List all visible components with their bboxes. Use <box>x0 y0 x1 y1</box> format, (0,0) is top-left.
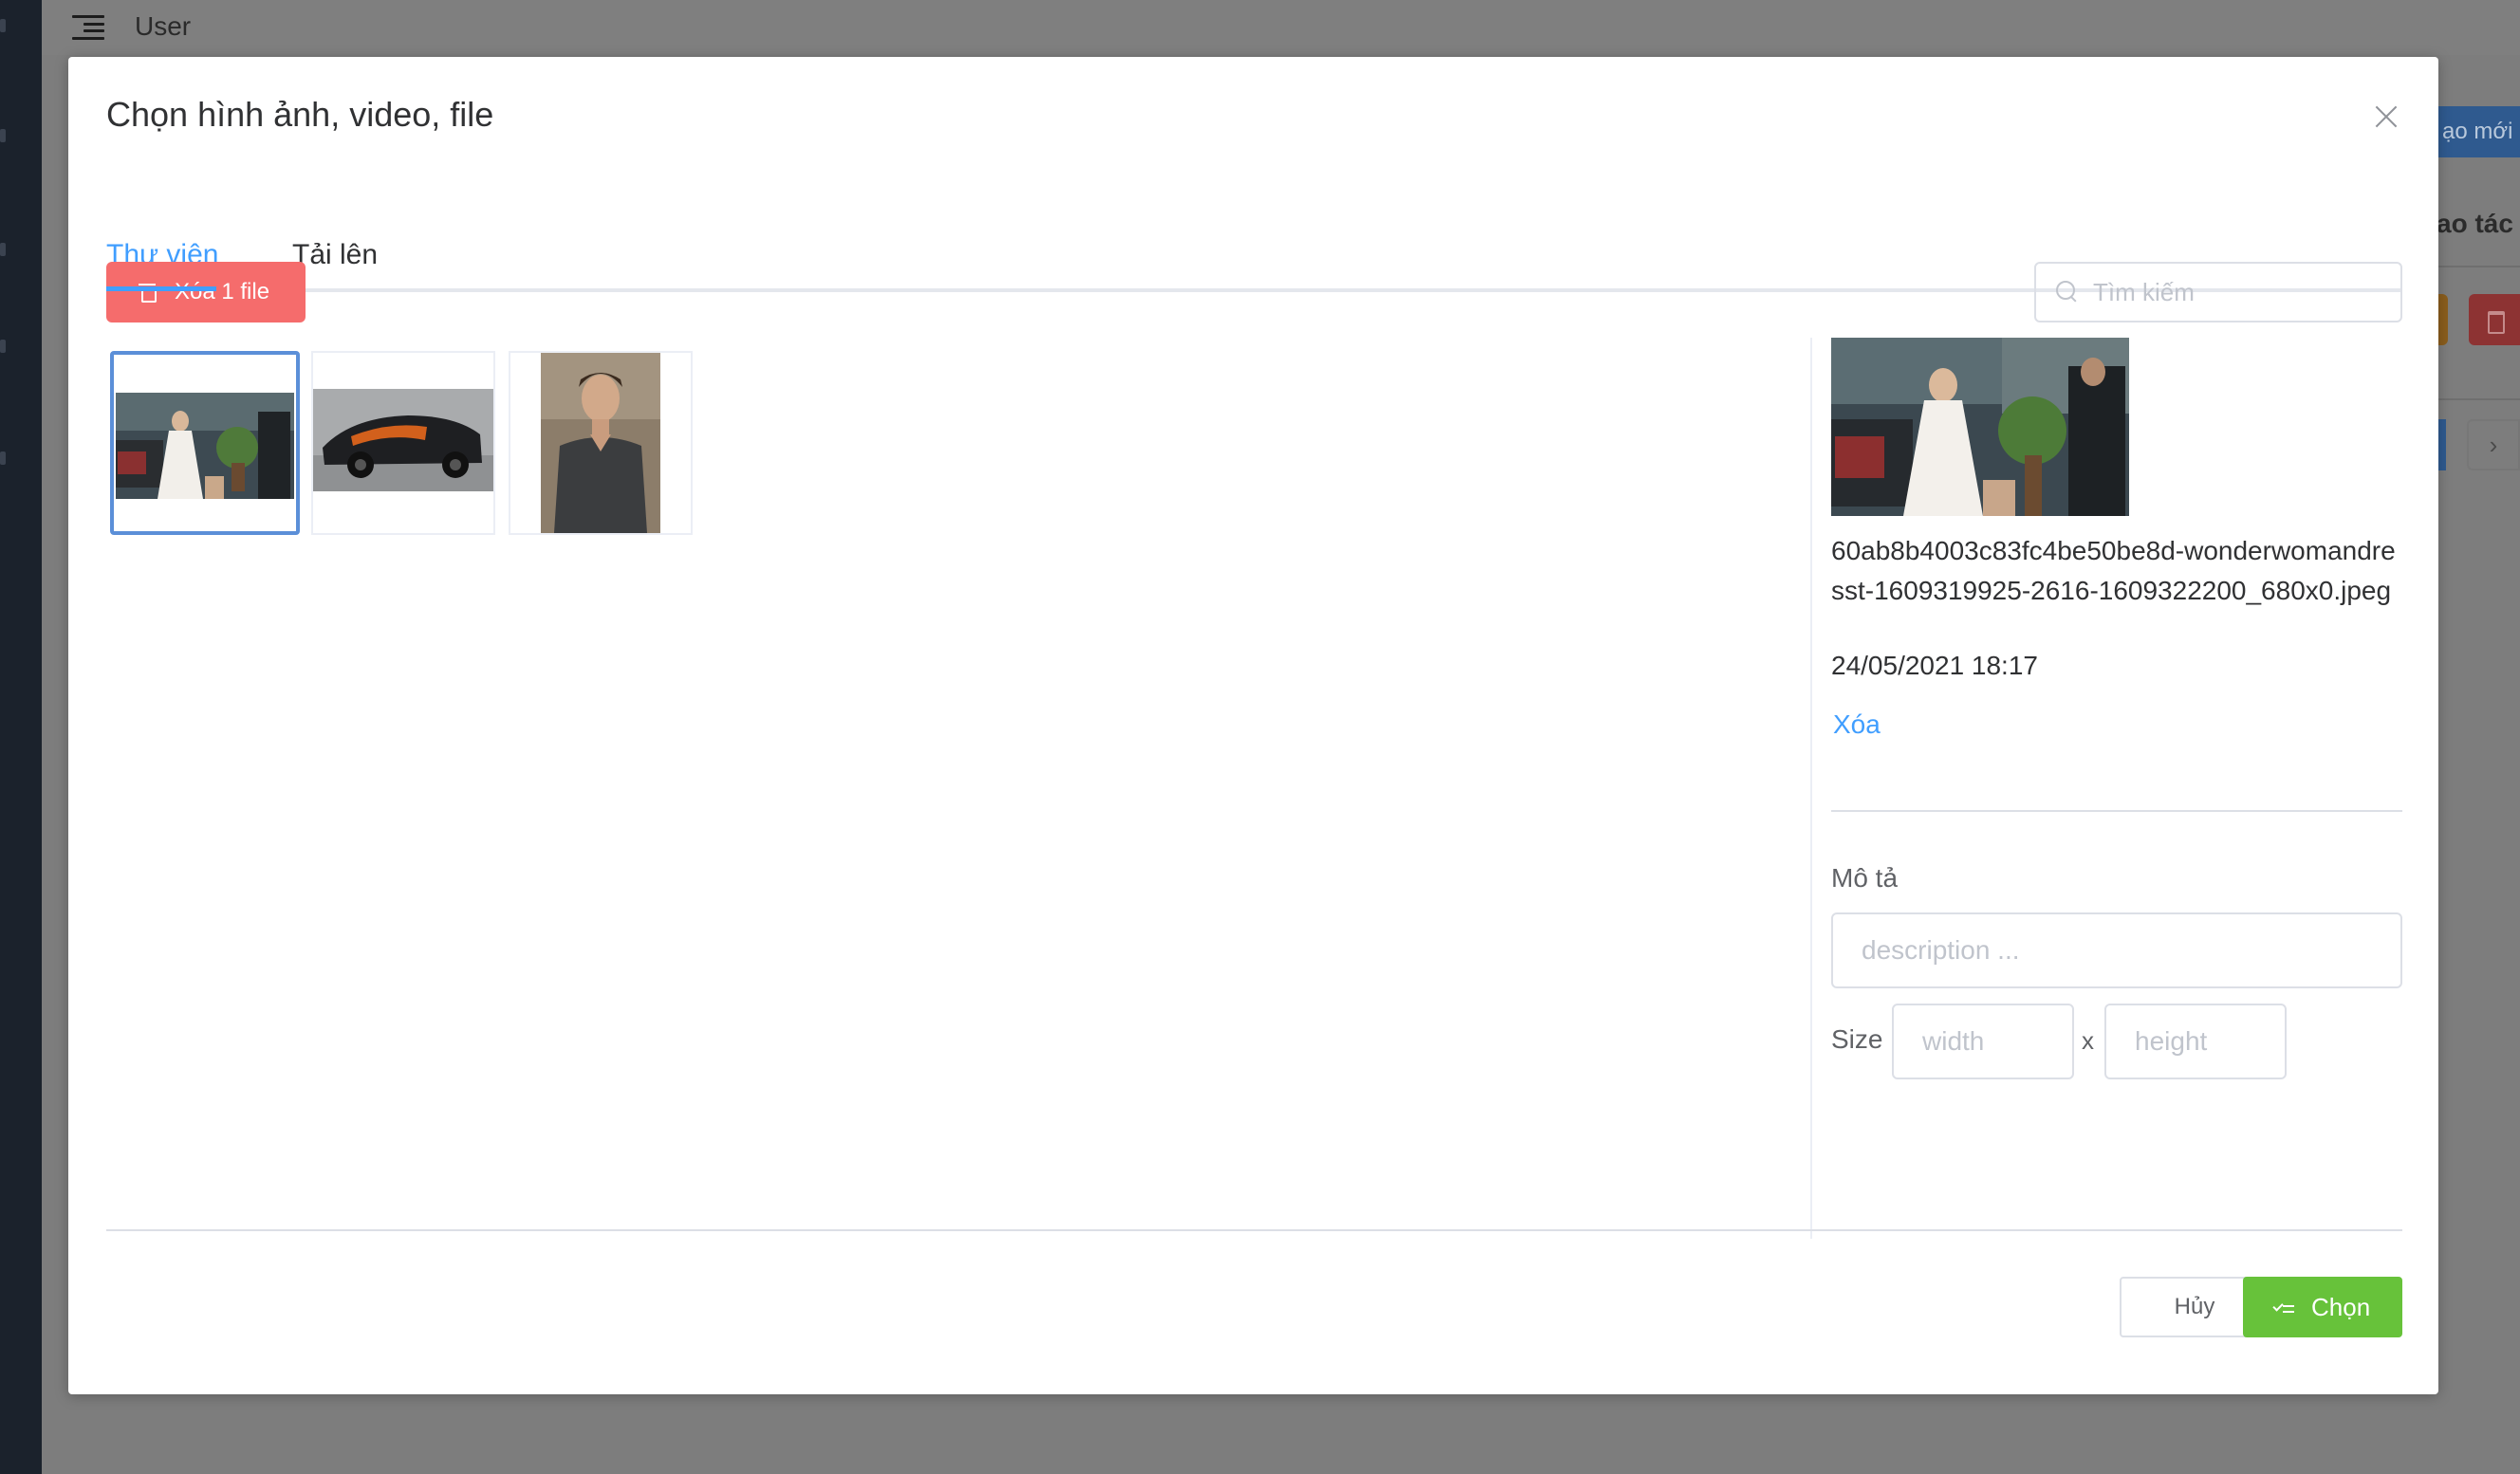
check-list-icon <box>2273 1298 2294 1317</box>
page-title: User <box>135 11 192 41</box>
search-input[interactable] <box>2093 277 2378 307</box>
choose-button-label: Chọn <box>2311 1292 2371 1321</box>
delete-file-label: Xóa 1 file <box>175 279 270 304</box>
delete-link[interactable]: Xóa <box>1833 709 1881 740</box>
description-input[interactable] <box>1831 912 2402 988</box>
height-input[interactable] <box>2104 1004 2287 1079</box>
sidebar-icon[interactable] <box>0 19 6 32</box>
thumbnail-image <box>541 353 660 533</box>
menu-toggle-icon[interactable] <box>72 15 104 40</box>
pagination-next-button[interactable]: › <box>2467 419 2520 470</box>
media-thumbnail[interactable] <box>311 351 495 535</box>
actions-column-header: ao tác <box>2437 209 2513 238</box>
panel-divider <box>1810 338 1812 1239</box>
selected-image-preview <box>1831 338 2129 516</box>
panel-separator <box>1831 810 2402 812</box>
trash-icon <box>139 282 157 303</box>
search-icon <box>2055 280 2080 304</box>
table-row-divider <box>2429 398 2520 400</box>
dialog-title: Chọn hình ảnh, video, file <box>106 95 494 134</box>
width-input[interactable] <box>1892 1004 2074 1079</box>
file-date: 24/05/2021 18:17 <box>1831 651 2038 680</box>
delete-file-button[interactable]: Xóa 1 file <box>106 262 306 322</box>
row-delete-button[interactable] <box>2469 294 2520 345</box>
size-label: Size <box>1831 1024 1883 1054</box>
table-row-divider <box>2429 266 2520 267</box>
sidebar-icon[interactable] <box>0 451 6 465</box>
media-picker-dialog: Chọn hình ảnh, video, file Thư viện Tải … <box>68 57 2438 1394</box>
choose-button[interactable]: Chọn <box>2243 1277 2402 1337</box>
size-separator: x <box>2082 1026 2094 1055</box>
sidebar-icon[interactable] <box>0 340 6 353</box>
top-bar <box>42 0 2520 55</box>
media-thumbnail[interactable] <box>110 351 300 535</box>
sidebar <box>0 0 42 1474</box>
search-box[interactable] <box>2034 262 2402 322</box>
thumbnail-image <box>116 393 294 499</box>
active-tab-indicator <box>106 286 216 291</box>
close-icon[interactable] <box>2372 102 2400 131</box>
thumbnail-image <box>313 389 493 491</box>
footer-separator <box>106 1229 2402 1231</box>
sidebar-icon[interactable] <box>0 129 6 142</box>
description-label: Mô tả <box>1831 863 1899 893</box>
file-name: 60ab8b4003c83fc4be50be8d-wonderwomandres… <box>1831 536 2396 605</box>
sidebar-icon[interactable] <box>0 243 6 256</box>
add-new-button[interactable]: ạo mới <box>2429 106 2520 157</box>
media-thumbnail[interactable] <box>509 351 693 535</box>
